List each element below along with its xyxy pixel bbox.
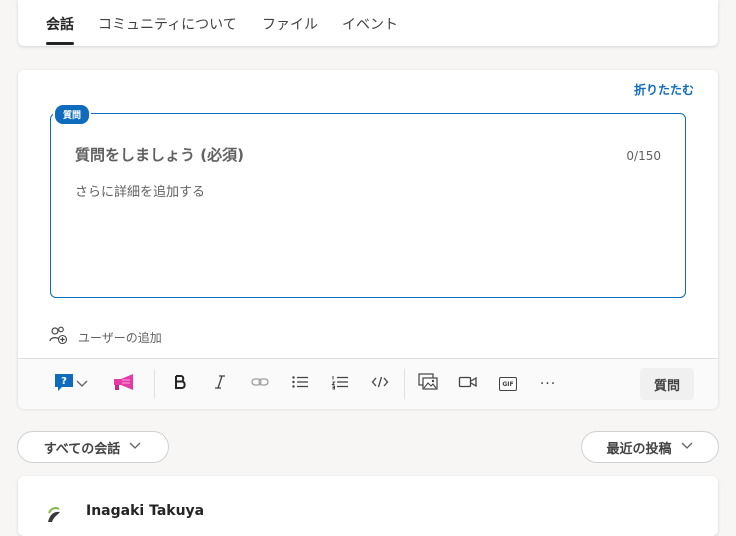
numbered-list-icon <box>331 374 349 394</box>
link-button[interactable] <box>248 371 272 397</box>
question-composer: 折りたたむ 質問をしましょう (必須) 0/150 さらに詳細を追加する ユーザ… <box>18 70 718 409</box>
sort-dropdown[interactable]: 最近の投稿 <box>581 431 719 463</box>
megaphone-icon <box>111 372 137 396</box>
question-detail-input[interactable]: さらに詳細を追加する <box>75 181 205 200</box>
link-icon <box>251 374 269 394</box>
post-author-name[interactable]: Inagaki Takuya <box>86 503 204 519</box>
question-type-icon: ? <box>53 372 75 396</box>
bullet-list-button[interactable] <box>288 371 312 397</box>
add-person-icon <box>48 325 68 349</box>
toolbar-divider <box>404 369 405 399</box>
svg-text:?: ? <box>61 376 67 387</box>
collapse-link[interactable]: 折りたたむ <box>634 81 694 98</box>
conversation-filter-label: すべての会話 <box>43 441 121 457</box>
tab-events[interactable]: イベント <box>342 14 398 34</box>
italic-button[interactable] <box>208 371 232 397</box>
question-badge: 質問 <box>53 103 92 126</box>
question-input-box[interactable]: 質問をしましょう (必須) 0/150 さらに詳細を追加する <box>50 113 686 298</box>
tabs-bar: 会話 コミュニティについて ファイル イベント <box>18 0 718 46</box>
avatar[interactable] <box>44 502 66 524</box>
video-camera-icon <box>458 374 478 394</box>
code-button[interactable] <box>368 371 392 397</box>
code-icon <box>371 374 389 394</box>
submit-question-button[interactable]: 質問 <box>640 368 694 400</box>
active-tab-indicator <box>46 42 74 45</box>
italic-icon <box>212 374 228 394</box>
tab-files[interactable]: ファイル <box>262 14 318 34</box>
gif-icon: GIF <box>499 377 517 391</box>
bullet-list-icon <box>291 374 309 394</box>
image-icon <box>418 373 438 395</box>
post-type-selector[interactable]: ? <box>48 371 94 397</box>
formatting-toolbar: ? GIF ··· 質問 <box>18 358 718 409</box>
tab-about-community[interactable]: コミュニティについて <box>98 14 237 34</box>
conversation-filter-dropdown[interactable]: すべての会話 <box>17 431 169 463</box>
tab-conversations[interactable]: 会話 <box>46 14 74 34</box>
add-user-button[interactable]: ユーザーの追加 <box>48 325 162 349</box>
insert-image-button[interactable] <box>416 371 440 397</box>
insert-gif-button[interactable]: GIF <box>496 371 520 397</box>
character-counter: 0/150 <box>626 149 661 163</box>
question-title-input[interactable]: 質問をしましょう (必須) <box>75 144 244 165</box>
bold-icon <box>172 374 188 394</box>
toolbar-divider <box>154 369 155 399</box>
sort-label: 最近の投稿 <box>606 441 672 457</box>
bold-button[interactable] <box>168 371 192 397</box>
chevron-down-icon <box>128 438 142 456</box>
chevron-down-icon <box>75 375 89 394</box>
insert-video-button[interactable] <box>456 371 480 397</box>
conversation-post: Inagaki Takuya <box>18 476 718 536</box>
chevron-down-icon <box>680 438 694 456</box>
more-options-button[interactable]: ··· <box>536 371 560 397</box>
numbered-list-button[interactable] <box>328 371 352 397</box>
praise-button[interactable] <box>110 371 138 397</box>
add-user-label: ユーザーの追加 <box>78 330 162 345</box>
